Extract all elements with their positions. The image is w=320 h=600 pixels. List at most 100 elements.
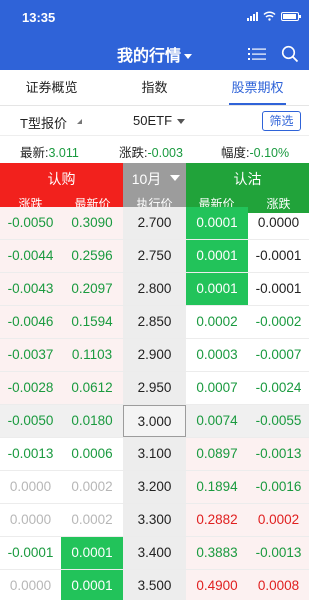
table-row[interactable]: -0.0044 0.2596 2.750 0.0001 -0.0001 (0, 240, 309, 273)
put-change-cell: -0.0055 (248, 405, 309, 437)
call-price-cell: 0.0001 (61, 570, 123, 600)
put-change-cell: 0.0002 (248, 504, 309, 536)
strike-cell: 3.200 (123, 471, 186, 503)
put-change-cell: -0.0013 (248, 537, 309, 569)
put-label: 认沽 (233, 171, 262, 187)
latest-value: 3.011 (48, 146, 79, 160)
call-change-cell: 0.0000 (9, 479, 52, 494)
quote-type-selector[interactable]: T型报价 (20, 113, 67, 132)
table-row[interactable]: -0.0028 0.0612 2.950 0.0007 -0.0024 (0, 372, 309, 405)
call-change-cell: -0.0013 (7, 446, 54, 461)
call-change-cell: -0.0037 (0, 339, 61, 371)
put-price-cell: 0.0001 (186, 273, 248, 305)
strike-cell-at-the-money: 3.000 (123, 405, 186, 437)
tab-stock-options[interactable]: 股票期权 (206, 70, 309, 105)
change-value: -0.003 (147, 146, 183, 160)
month-selector[interactable]: 10月 执行价 (123, 163, 186, 213)
table-row[interactable]: -0.0043 0.2097 2.800 0.0001 -0.0001 (0, 273, 309, 306)
tab-index[interactable]: 指数 (103, 70, 206, 105)
put-price-cell: 0.0003 (196, 347, 238, 362)
chevron-down-icon (177, 119, 185, 124)
call-price-cell: 0.0612 (61, 372, 123, 404)
change-percent: 幅度:-0.10% (221, 142, 289, 161)
put-change-cell: -0.0013 (248, 438, 309, 470)
strike-cell: 2.900 (123, 339, 186, 371)
call-change-cell: -0.0050 (0, 207, 61, 239)
put-change-cell: -0.0016 (248, 471, 309, 503)
signal-icon (247, 11, 258, 21)
put-price-cell: 0.1894 (186, 471, 248, 503)
table-row[interactable]: -0.0037 0.1103 2.900 0.0003 -0.0007 (0, 339, 309, 372)
chevron-down-icon (170, 175, 180, 181)
underlying-quote: 最新:3.011 涨跌:-0.003 幅度:-0.10% (0, 136, 309, 162)
call-price-cell: 0.0002 (71, 479, 113, 494)
call-price-cell: 0.0006 (71, 446, 113, 461)
strike-cell: 2.800 (123, 273, 186, 305)
wifi-icon (263, 11, 276, 21)
status-icons (247, 11, 301, 21)
strike-cell: 2.700 (123, 207, 186, 239)
put-price-cell: 0.0074 (186, 405, 248, 437)
search-icon[interactable] (281, 45, 299, 63)
change: 涨跌:-0.003 (119, 142, 183, 161)
option-table-header: 认购 涨跌 最新价 10月 执行价 认沽 最新价 涨跌 (0, 163, 309, 213)
status-time: 13:35 (22, 10, 56, 25)
tab-securities-overview[interactable]: 证券概览 (0, 70, 103, 105)
pct-value: -0.10% (249, 146, 290, 160)
call-price-cell: 0.1103 (61, 339, 123, 371)
call-label: 认购 (47, 171, 76, 187)
strike-cell: 3.500 (123, 570, 186, 600)
table-row[interactable]: -0.0050 0.0180 3.000 0.0074 -0.0055 (0, 405, 309, 438)
call-price-cell: 0.0180 (61, 405, 123, 437)
filter-button[interactable]: 筛选 (262, 111, 301, 131)
call-price-cell: 0.2596 (61, 240, 123, 272)
call-change-cell: 0.0000 (9, 512, 52, 527)
latest-price: 最新:3.011 (20, 142, 79, 161)
list-menu-icon[interactable] (248, 47, 266, 61)
call-change-cell: 0.0000 (9, 578, 52, 593)
table-row[interactable]: -0.0050 0.3090 2.700 0.0001 0.0000 (0, 207, 309, 240)
pct-label: 幅度: (221, 146, 250, 160)
strike-cell: 2.850 (123, 306, 186, 338)
month-label: 10月 (131, 171, 162, 187)
table-row[interactable]: 0.0000 0.0002 3.200 0.1894 -0.0016 (0, 471, 309, 504)
put-price-cell: 0.0007 (196, 380, 238, 395)
top-tabs: 证券概览 指数 股票期权 (0, 70, 309, 106)
table-row[interactable]: -0.0046 0.1594 2.850 0.0002 -0.0002 (0, 306, 309, 339)
table-row[interactable]: -0.0013 0.0006 3.100 0.0897 -0.0013 (0, 438, 309, 471)
table-row[interactable]: 0.0000 0.0001 3.500 0.4900 0.0008 (0, 570, 309, 600)
call-change-cell: -0.0050 (0, 405, 61, 437)
call-change-cell: -0.0028 (0, 372, 61, 404)
strike-cell: 3.100 (123, 438, 186, 470)
strike-cell: 2.750 (123, 240, 186, 272)
call-price-cell: 0.0001 (61, 537, 123, 569)
put-price-cell: 0.0897 (186, 438, 248, 470)
table-row[interactable]: 0.0000 0.0002 3.300 0.2882 0.0002 (0, 504, 309, 537)
put-price-cell: 0.2882 (186, 504, 248, 536)
call-change-cell: -0.0046 (0, 306, 61, 338)
put-change-cell: -0.0002 (255, 314, 302, 329)
call-price-cell: 0.2097 (61, 273, 123, 305)
change-label: 涨跌: (119, 146, 148, 160)
underlying-selector[interactable]: 50ETF (133, 113, 172, 128)
put-price-cell: 0.4900 (186, 570, 248, 600)
strike-cell: 2.950 (123, 372, 186, 404)
strike-cell: 3.300 (123, 504, 186, 536)
filter-bar: T型报价 50ETF 筛选 (0, 106, 309, 136)
call-header: 认购 涨跌 最新价 (0, 163, 123, 213)
battery-icon (281, 11, 301, 21)
call-price-cell: 0.1594 (61, 306, 123, 338)
call-price-cell: 0.3090 (61, 207, 123, 239)
put-change-cell: -0.0024 (255, 380, 302, 395)
put-price-cell: 0.0002 (196, 314, 238, 329)
strike-cell: 3.400 (123, 537, 186, 569)
call-change-cell: -0.0043 (0, 273, 61, 305)
option-table: -0.0050 0.3090 2.700 0.0001 0.0000 -0.00… (0, 207, 309, 600)
chevron-down-icon (184, 54, 192, 60)
table-row[interactable]: -0.0001 0.0001 3.400 0.3883 -0.0013 (0, 537, 309, 570)
put-change-cell: -0.0001 (255, 248, 302, 263)
put-change-cell: -0.0001 (255, 281, 302, 296)
put-change-cell: -0.0007 (255, 347, 302, 362)
corner-dropdown-icon (77, 119, 82, 124)
latest-label: 最新: (20, 146, 49, 160)
